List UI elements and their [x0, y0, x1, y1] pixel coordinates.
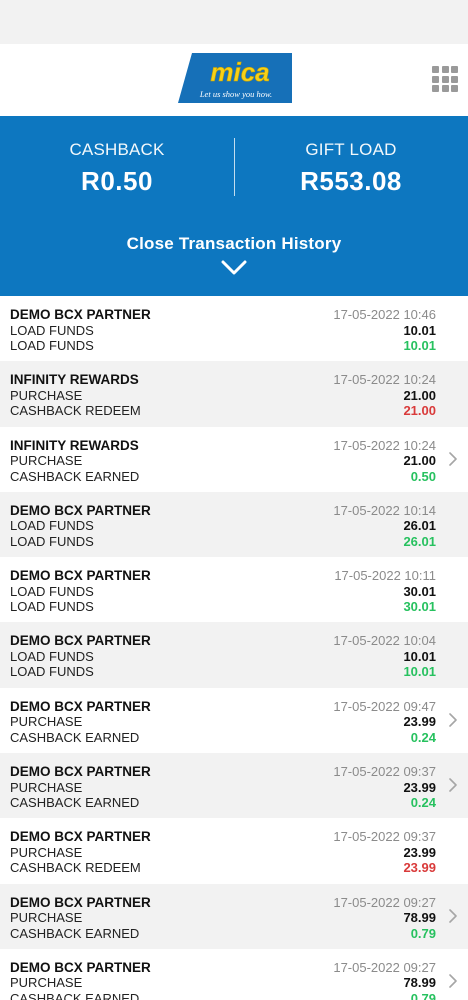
transaction-date: 17-05-2022 10:04 [333, 633, 436, 649]
sub-amount: 21.00 [403, 403, 436, 419]
giftload-value: R553.08 [300, 166, 402, 196]
chevron-down-icon [221, 260, 247, 275]
transaction-amount: 78.99 [403, 975, 436, 991]
sub-amount: 0.24 [410, 729, 436, 745]
app-header: mica Let us show you how. [0, 44, 468, 116]
sub-amount: 10.01 [403, 664, 436, 680]
transaction-list: DEMO BCX PARTNER LOAD FUNDS LOAD FUNDS 17-0… [0, 296, 468, 1000]
transaction-amount: 21.00 [403, 387, 436, 403]
toggle-label: Close Transaction History [126, 234, 342, 253]
chevron-right-icon[interactable] [448, 712, 458, 727]
svg-text:Let us show you how.: Let us show you how. [199, 89, 272, 99]
sub-amount: 0.24 [410, 795, 436, 811]
status-bar [0, 0, 468, 44]
sub-amount: 0.79 [410, 990, 436, 1000]
sub-amount: 26.01 [403, 533, 436, 549]
transaction-row: DEMO BCX PARTNER PURCHASE CASHBACK REDEEM 1… [0, 818, 468, 883]
transaction-date: 17-05-2022 09:37 [333, 764, 436, 780]
chevron-right-icon[interactable] [448, 974, 458, 988]
transaction-row: DEMO BCX PARTNER LOAD FUNDS LOAD FUNDS 17-0… [0, 296, 468, 361]
transaction-row[interactable]: INFINITY REWARDS PURCHASE CASHBACK EARNED 1… [0, 427, 468, 492]
transaction-amount: 23.99 [403, 714, 436, 730]
transaction-row[interactable]: DEMO BCX PARTNER PURCHASE CASHBACK EARNED 1… [0, 883, 468, 949]
transaction-date: 17-05-2022 10:24 [333, 372, 436, 388]
transaction-amount: 21.00 [403, 453, 436, 469]
transaction-row[interactable]: DEMO BCX PARTNER PURCHASE CASHBACK EARNED 1… [0, 949, 468, 1000]
transaction-row: DEMO BCX PARTNER LOAD FUNDS LOAD FUNDS 17-0… [0, 557, 468, 622]
balance-banner: CASHBACK R0.50 GIFT LOAD R553.08 Close T… [0, 116, 468, 296]
sub-amount: 10.01 [403, 338, 436, 353]
transaction-row: DEMO BCX PARTNER LOAD FUNDS LOAD FUNDS 17-0… [0, 622, 468, 688]
transaction-row[interactable]: DEMO BCX PARTNER PURCHASE CASHBACK EARNED 1… [0, 688, 468, 753]
sub-amount: 0.50 [410, 468, 436, 484]
transaction-date: 17-05-2022 10:11 [334, 568, 436, 584]
sub-amount: 0.79 [410, 925, 436, 941]
transaction-date: 17-05-2022 09:27 [333, 959, 436, 975]
transaction-row: INFINITY REWARDS PURCHASE CASHBACK REDEEM 1… [0, 361, 468, 427]
transaction-amount: 26.01 [403, 518, 436, 534]
transaction-amount: 23.99 [403, 779, 436, 795]
transaction-date: 17-05-2022 10:14 [333, 502, 436, 518]
transaction-amount: 23.99 [403, 844, 436, 860]
transaction-date: 17-05-2022 10:46 [333, 307, 436, 322]
transaction-date: 17-05-2022 09:37 [333, 829, 436, 845]
transaction-date: 17-05-2022 09:27 [333, 894, 436, 910]
cashback-balance: CASHBACK R0.50 [0, 140, 234, 202]
giftload-label: GIFT LOAD [305, 140, 397, 159]
balance-divider [234, 138, 235, 196]
transaction-date: 17-05-2022 10:24 [333, 437, 436, 453]
chevron-right-icon[interactable] [448, 908, 458, 923]
close-history-toggle[interactable]: Close Transaction History [0, 234, 468, 276]
transaction-amount: 10.01 [403, 322, 436, 338]
apps-grid-icon[interactable] [432, 66, 458, 92]
mica-logo[interactable]: mica Let us show you how. [178, 53, 292, 103]
cashback-value: R0.50 [81, 166, 153, 196]
chevron-right-icon[interactable] [448, 778, 458, 792]
sub-amount: 30.01 [403, 599, 436, 615]
chevron-right-icon[interactable] [448, 451, 458, 466]
transaction-row: DEMO BCX PARTNER LOAD FUNDS LOAD FUNDS 17-0… [0, 491, 468, 558]
giftload-balance: GIFT LOAD R553.08 [234, 140, 468, 202]
transaction-amount: 30.01 [403, 583, 436, 599]
cashback-label: CASHBACK [69, 140, 165, 159]
transaction-amount: 10.01 [403, 648, 436, 664]
svg-text:mica: mica [210, 57, 269, 87]
sub-amount: 23.99 [403, 860, 436, 876]
transaction-row[interactable]: DEMO BCX PARTNER PURCHASE CASHBACK EARNED 1… [0, 753, 468, 819]
transaction-date: 17-05-2022 09:47 [333, 698, 436, 714]
transaction-amount: 78.99 [403, 910, 436, 926]
